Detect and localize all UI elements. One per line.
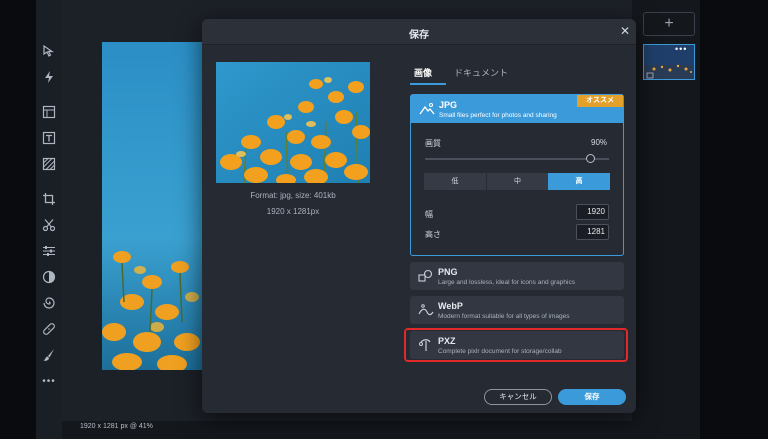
liquify-icon[interactable] [40,294,58,312]
format-desc-jpg: Small files perfect for photos and shari… [439,112,557,119]
wave-icon [418,303,434,317]
save-dialog: 保存 ✕ Format: jpg, size: 401kb 1920 x 128… [202,19,636,413]
arrange-icon[interactable] [40,42,58,60]
format-name-jpg: JPG [439,100,458,110]
layer-options-icon[interactable]: ••• [675,44,687,54]
format-option-jpg[interactable]: JPG Small files perfect for photos and s… [410,94,624,256]
zoom-status-text: 1920 x 1281 px @ 41% [80,423,153,430]
shapes-icon [418,269,434,283]
landscape-icon [419,102,435,116]
preview-size-text: 1920 x 1281px [266,207,320,216]
export-preview-image [216,62,370,183]
format-option-png[interactable]: PNG Large and lossless, ideal for icons … [410,262,624,290]
layers-template-icon[interactable] [40,103,58,121]
filter-icon[interactable] [40,268,58,286]
close-icon[interactable]: ✕ [618,24,632,38]
quality-slider-handle[interactable] [586,154,596,163]
add-layer-button[interactable]: + [643,12,695,36]
format-desc-png: Large and lossless, ideal for icons and … [438,279,575,286]
format-desc-webp: Modern format suitable for all types of … [438,313,570,320]
tab-document[interactable]: ドキュメント [454,66,508,79]
text-icon[interactable] [40,129,58,147]
recommended-badge: オススメ [577,95,623,107]
cutout-icon[interactable] [40,216,58,234]
pxz-highlight-outline [404,328,628,362]
brush-icon[interactable] [40,346,58,364]
format-name-webp: WebP [438,301,463,311]
height-label: 高さ [425,230,441,239]
save-button[interactable]: 保存 [558,389,626,405]
active-tab-indicator [410,83,446,85]
pattern-icon[interactable] [40,155,58,173]
cancel-button[interactable]: キャンセル [484,389,552,405]
more-icon[interactable]: ••• [40,372,58,390]
tab-image[interactable]: 画像 [414,66,432,79]
dialog-title: 保存 [409,30,429,41]
quality-slider-track[interactable] [425,158,609,160]
width-input[interactable]: 1920 [576,204,609,220]
format-name-png: PNG [438,267,458,277]
outer-frame-left [0,0,36,439]
height-input[interactable]: 1281 [576,224,609,240]
preview-format-text: Format: jpg, size: 401kb [250,191,336,200]
heal-icon[interactable] [40,320,58,338]
quality-level-high[interactable]: 高 [548,173,610,190]
format-option-webp[interactable]: WebP Modern format suitable for all type… [410,296,624,324]
width-label: 幅 [425,210,433,219]
quality-level-low[interactable]: 低 [424,173,486,190]
quality-level-medium[interactable]: 中 [486,173,548,190]
quick-edit-icon[interactable] [40,68,58,86]
canvas-image [102,42,202,370]
outer-frame-right [700,0,768,439]
crop-icon[interactable] [40,190,58,208]
tool-sidebar: ••• [36,0,62,439]
adjust-icon[interactable] [40,242,58,260]
quality-value: 90% [591,138,608,147]
quality-label: 画質 [425,139,441,148]
